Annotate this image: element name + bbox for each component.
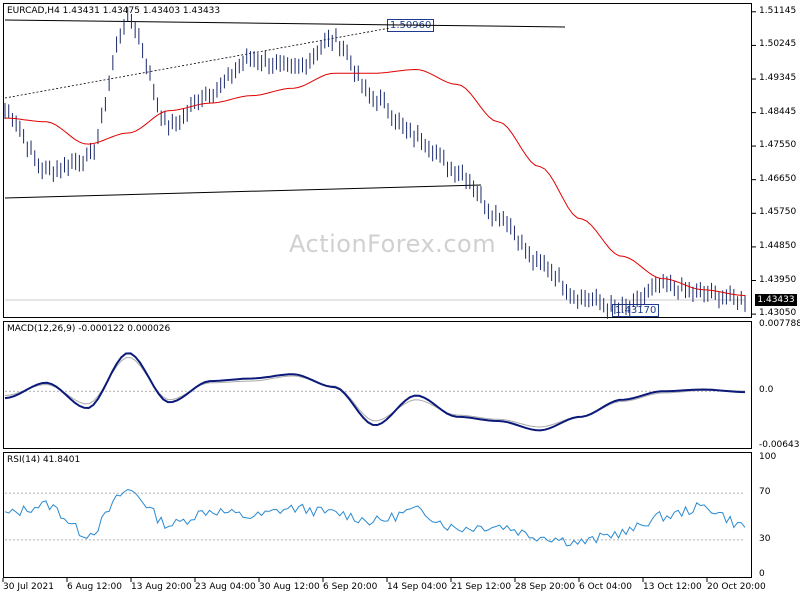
trendline-top (4, 19, 566, 28)
macd-axis-tick: 0.007788 (759, 319, 800, 329)
rsi-axis-tick: 70 (759, 487, 771, 498)
trendline-bottom (4, 184, 482, 199)
macd-signal-line (4, 357, 745, 428)
macd-axis-tick: 0.0 (759, 385, 774, 396)
time-axis-tick: 6 Oct 04:00 (579, 582, 632, 592)
price-axis-tick: 1.47550 (759, 140, 797, 151)
time-axis-tick: 30 Jul 2021 (3, 582, 54, 592)
chart-canvas (2, 7, 756, 582)
rsi-axis-tick: 100 (759, 452, 777, 462)
time-axis-tick: 20 Oct 20:00 (707, 582, 766, 592)
price-axis-tick: 1.43950 (759, 274, 797, 285)
price-axis-tick: 1.48445 (759, 106, 797, 117)
time-axis-tick: 13 Aug 20:00 (131, 582, 192, 592)
rsi-line (4, 488, 746, 547)
time-axis-tick: 13 Oct 12:00 (643, 582, 702, 592)
price-axis-tick: 1.51145 (759, 5, 797, 16)
price-axis-tick: 1.43050 (759, 308, 797, 319)
rsi-axis-tick: 0 (759, 569, 765, 579)
rsi-axis-tick: 30 (759, 533, 771, 544)
macd-axis-tick: -0.006437 (759, 440, 800, 450)
price-axis-tick: 1.50245 (759, 39, 797, 50)
price-axis-tick: 1.44850 (759, 240, 797, 251)
price-axis-tick: 1.49345 (759, 73, 797, 84)
time-axis-tick: 23 Aug 04:00 (195, 582, 256, 592)
time-axis-tick: 28 Sep 20:00 (515, 582, 576, 592)
time-axis-tick: 6 Sep 20:00 (323, 582, 378, 592)
macd-line (4, 352, 746, 432)
time-axis-tick: 30 Aug 12:00 (259, 582, 320, 592)
time-axis-tick: 14 Sep 04:00 (387, 582, 448, 592)
price-axis-tick: 1.46650 (759, 173, 797, 184)
price-axis-tick: 1.45750 (759, 207, 797, 218)
moving-average-line (4, 68, 746, 296)
time-axis-tick: 6 Aug 12:00 (67, 582, 122, 592)
time-axis-tick: 21 Sep 12:00 (451, 582, 512, 592)
